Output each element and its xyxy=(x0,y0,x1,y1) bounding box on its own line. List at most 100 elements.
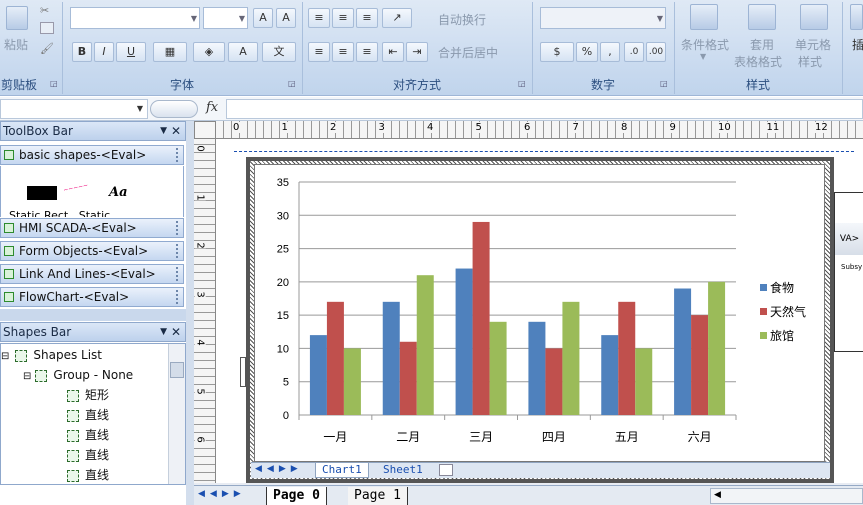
chart-area[interactable]: 0 5 10 15 20 25 30 35 一月 二月 三月 四月 五月 六月 食物 天然气 旅馆 xyxy=(254,164,825,462)
table-format-icon[interactable] xyxy=(748,4,776,30)
number-format-combo[interactable]: ▼ xyxy=(540,7,666,29)
vertical-scrollbar[interactable] xyxy=(168,344,185,484)
page-tab-0[interactable]: Page 0 xyxy=(266,487,327,505)
tree-row-shape[interactable]: 矩形 xyxy=(67,385,109,405)
format-painter-icon[interactable]: 🖌 xyxy=(40,42,54,55)
side-widget[interactable]: VA> Subsy xyxy=(834,192,863,352)
align-bottom-button[interactable]: ≡ xyxy=(356,8,378,28)
tree-row-shape[interactable]: 直线 xyxy=(67,445,109,465)
clipboard-group-label: 剪贴板 xyxy=(0,78,37,92)
merge-center-button[interactable]: 合并后居中 xyxy=(438,44,498,61)
italic-button[interactable]: I xyxy=(94,42,114,62)
name-box[interactable]: ▼ xyxy=(0,99,148,119)
legend-label: 食物 xyxy=(770,280,794,295)
pin-icon[interactable]: ▼ xyxy=(160,122,167,140)
dialog-launcher-icon[interactable]: ◲ xyxy=(50,79,58,88)
close-icon[interactable]: ✕ xyxy=(171,323,181,341)
orientation-button[interactable]: ↗ xyxy=(382,8,412,28)
bar xyxy=(528,321,546,415)
side-widget-button[interactable]: VA> xyxy=(835,223,863,255)
dialog-launcher-icon[interactable]: ◲ xyxy=(518,79,526,88)
conditional-format-icon[interactable] xyxy=(690,4,718,30)
insert-button[interactable]: 插 xyxy=(852,36,863,53)
page-nav-arrows[interactable]: ◀◀▶▶ xyxy=(198,489,246,499)
toolbox-item-flowchart[interactable]: FlowChart-<Eval> xyxy=(0,287,184,307)
tree-row-group[interactable]: ⊟ Group - None xyxy=(23,365,133,385)
font-color-button[interactable]: A xyxy=(228,42,258,62)
static-rect-shape[interactable] xyxy=(27,186,57,200)
bar xyxy=(674,288,692,415)
dialog-launcher-icon[interactable]: ◲ xyxy=(288,79,296,88)
borders-button[interactable]: ▦ xyxy=(153,42,187,62)
wrap-text-button[interactable]: 自动换行 xyxy=(438,11,486,28)
decrease-decimal-button[interactable]: .00 xyxy=(646,42,666,62)
sheet-tab-chart1[interactable]: Chart1 xyxy=(315,463,369,478)
dialog-launcher-icon[interactable]: ◲ xyxy=(660,79,668,88)
grow-font-button[interactable]: A xyxy=(253,8,273,28)
sheet-tab-sheet1[interactable]: Sheet1 xyxy=(377,463,429,478)
comma-button[interactable]: , xyxy=(600,42,620,62)
shape-node-icon xyxy=(67,409,79,422)
font-name-combo[interactable]: ▼ xyxy=(70,7,200,29)
cut-icon[interactable]: ✂ xyxy=(40,4,54,17)
insert-function-button[interactable]: fx xyxy=(206,100,218,115)
page-tab-1[interactable]: Page 1 xyxy=(348,487,408,505)
collapse-icon[interactable]: ⊟ xyxy=(23,371,31,382)
sheet-nav-arrows[interactable]: ◀◀▶▶ xyxy=(255,464,303,474)
bar xyxy=(455,268,473,415)
insert-icon[interactable] xyxy=(850,4,863,30)
bold-button[interactable]: B xyxy=(72,42,92,62)
table-format-button[interactable]: 套用 xyxy=(750,36,774,53)
font-size-combo[interactable]: ▼ xyxy=(203,7,248,29)
pin-icon[interactable]: ▼ xyxy=(160,323,167,341)
tree-row-shape[interactable]: 直线 xyxy=(67,465,109,484)
paste-icon[interactable] xyxy=(6,6,28,30)
fill-color-button[interactable]: ◈ xyxy=(193,42,225,62)
paste-button[interactable]: 粘贴 xyxy=(4,36,28,53)
scroll-left-icon[interactable]: ◀ xyxy=(714,490,721,500)
collapse-icon[interactable]: ⊟ xyxy=(1,351,9,362)
horizontal-scrollbar[interactable]: ◀ xyxy=(710,488,863,504)
cell-styles-button[interactable]: 单元格 xyxy=(795,36,831,53)
tree-row-shape[interactable]: 直线 xyxy=(67,425,109,445)
increase-indent-button[interactable]: ⇥ xyxy=(406,42,428,62)
toolbox-item-form-objects[interactable]: Form Objects-<Eval> xyxy=(0,241,184,261)
toolbox-item-basic-shapes[interactable]: basic shapes-<Eval> xyxy=(0,145,184,165)
number-group-label: 数字 xyxy=(590,78,615,92)
align-center-button[interactable]: ≡ xyxy=(332,42,354,62)
increase-decimal-button[interactable]: .0 xyxy=(624,42,644,62)
shrink-font-button[interactable]: A xyxy=(276,8,296,28)
align-right-button[interactable]: ≡ xyxy=(356,42,378,62)
text-shape[interactable]: ~~~~~ xyxy=(63,181,94,194)
formula-controls xyxy=(150,100,198,118)
tree-row-shape[interactable]: 直线 xyxy=(67,405,109,425)
cell-styles-icon[interactable] xyxy=(800,4,828,30)
align-left-button[interactable]: ≡ xyxy=(308,42,330,62)
toolbox-item-link-and-lines[interactable]: Link And Lines-<Eval> xyxy=(0,264,184,284)
splitter[interactable] xyxy=(186,121,194,505)
y-tick-label: 0 xyxy=(283,410,289,422)
text-preview[interactable]: Aa xyxy=(109,185,128,200)
toolbox-item-label: basic shapes-<Eval> xyxy=(19,148,147,162)
tree-row-shapes-list[interactable]: ⊟ Shapes List xyxy=(1,345,102,365)
new-sheet-icon[interactable] xyxy=(439,464,453,476)
underline-button[interactable]: U xyxy=(116,42,146,62)
align-top-button[interactable]: ≡ xyxy=(308,8,330,28)
shapes-title: Shapes Bar xyxy=(3,325,72,339)
font-group-label: 字体 xyxy=(169,78,194,92)
phonetic-button[interactable]: 文 xyxy=(262,42,296,62)
conditional-format-button[interactable]: 条件格式 xyxy=(681,36,729,53)
copy-icon[interactable] xyxy=(40,22,54,34)
chevron-down-icon[interactable]: ▼ xyxy=(137,104,143,113)
align-middle-button[interactable]: ≡ xyxy=(332,8,354,28)
scroll-thumb[interactable] xyxy=(170,362,184,378)
ribbon: 粘贴 ✂ 🖌 剪贴板 ◲ ▼ ▼ A A B I U ▦ ◈ A 文 字体 ◲ … xyxy=(0,0,863,96)
ruler-tick-label: 3 xyxy=(377,122,386,133)
side-widget-label: Subsy xyxy=(841,263,863,271)
formula-input[interactable] xyxy=(226,99,863,119)
percent-button[interactable]: % xyxy=(576,42,598,62)
close-icon[interactable]: ✕ xyxy=(171,122,181,140)
toolbox-item-hmi-scada[interactable]: HMI SCADA-<Eval> xyxy=(0,218,184,238)
currency-button[interactable]: $ xyxy=(540,42,574,62)
decrease-indent-button[interactable]: ⇤ xyxy=(382,42,404,62)
